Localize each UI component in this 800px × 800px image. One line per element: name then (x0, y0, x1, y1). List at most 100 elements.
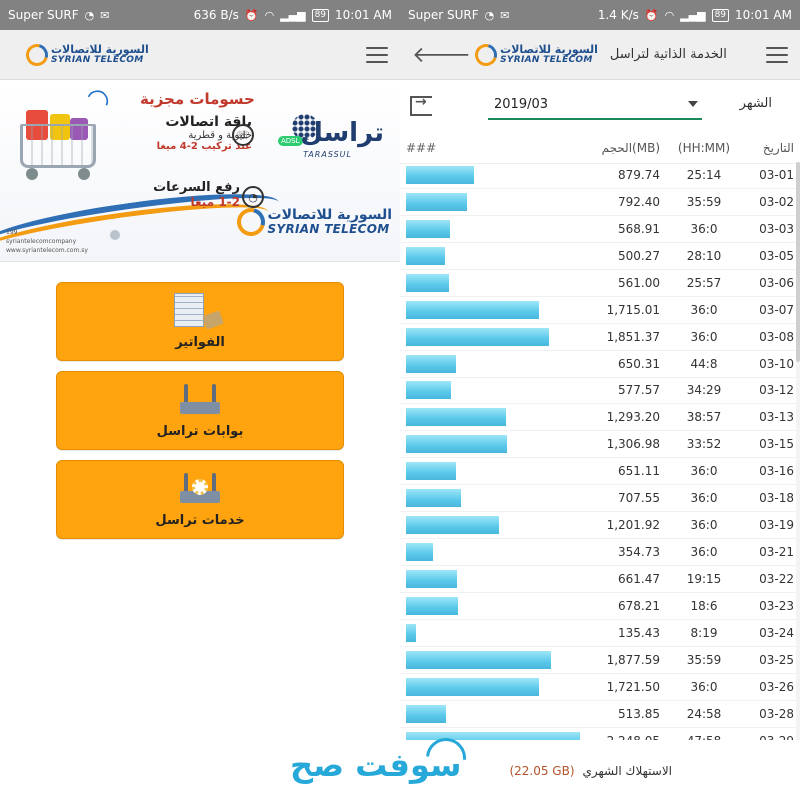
usage-time: 19:15 (686, 572, 722, 587)
usage-bar-cell (406, 192, 582, 211)
usage-size: 1,293.20 (606, 410, 660, 425)
usage-size: 561.00 (618, 275, 660, 290)
usage-size: 1,721.50 (606, 679, 660, 694)
usage-bar (406, 489, 461, 508)
table-row: 2,248.0547:5803-29 (400, 728, 800, 740)
usage-date: 03-25 (759, 652, 794, 667)
usage-bar (406, 192, 468, 211)
call-icon: ☏ (232, 124, 254, 146)
usage-date: 03-15 (759, 437, 794, 452)
alarm-icon: ⏰ (244, 8, 259, 22)
usage-time: 36:0 (690, 302, 718, 317)
promo-banner[interactable]: ◠ حسومات مجزية باقة اتصالات خليوية و قطر… (0, 80, 400, 262)
usage-time: 28:10 (686, 248, 722, 263)
usage-time: 25:57 (686, 275, 722, 290)
table-row: 561.00 25:57 03-06 (400, 270, 800, 297)
table-row: 1,293.20 38:57 03-13 (400, 404, 800, 432)
usage-time: 8:19 (690, 625, 718, 640)
banner-dot-icon (110, 230, 120, 240)
usage-bar (406, 246, 445, 265)
usage-bar (406, 381, 451, 400)
right-screen: Super SURF ◔ ✉ 1.4 K/s ⏰ ◠ ▂▄▆ 89 10:01 … (400, 0, 800, 800)
usage-date: 03-18 (759, 491, 794, 506)
usage-date: 03-22 (759, 572, 794, 587)
usage-date: 03-02 (759, 194, 794, 209)
wifi-icon: ◠ (664, 8, 675, 22)
usage-date: 03-29 (748, 734, 794, 740)
banner-contacts: 199 syriantelecomcompany www.syriantelec… (6, 229, 88, 254)
table-row: 568.91 36:0 03-03 (400, 216, 800, 243)
table-scrollbar[interactable] (796, 162, 800, 740)
usage-date: 03-21 (759, 545, 794, 560)
usage-size: 879.74 (618, 167, 660, 182)
usage-size: 651.11 (618, 464, 660, 479)
usage-bar (406, 219, 451, 238)
usage-date: 03-08 (759, 329, 794, 344)
usage-bar (406, 462, 457, 481)
usage-bar (406, 650, 552, 669)
usage-bar-cell (406, 381, 582, 400)
menu-hamburger-icon[interactable] (765, 46, 788, 63)
usage-bar-cell (406, 677, 582, 696)
usage-time: 38:57 (686, 410, 722, 425)
carrier-name: Super SURF (408, 8, 479, 22)
signal-icon: ▂▄▆ (680, 8, 706, 22)
network-speed: 1.4 K/s (597, 8, 639, 22)
month-label: الشهر (739, 96, 772, 111)
usage-size: 135.43 (618, 625, 660, 640)
usage-date: 03-10 (759, 356, 794, 371)
logout-icon[interactable] (410, 94, 432, 116)
table-row: 1,201.92 36:0 03-19 (400, 512, 800, 540)
usage-bar (406, 327, 550, 346)
usage-bar-cell (406, 516, 582, 535)
app-header: 🡐 السورية للاتصالات SYRIAN TELECOM الخدم… (400, 30, 800, 80)
whatsapp-icon: ◔ (484, 8, 495, 22)
usage-bar-cell (406, 489, 582, 508)
usage-time: 36:0 (690, 679, 718, 694)
usage-size: 1,306.98 (606, 437, 660, 452)
tarassul-gateways-label: بوابات تراسل (156, 424, 244, 439)
tarassul-services-label: خدمات تراسل (155, 513, 245, 528)
usage-size: 577.57 (618, 383, 660, 398)
mail-icon: ✉ (100, 8, 110, 22)
col-bar-header: ### (406, 140, 437, 155)
tarassul-services-button[interactable]: خدمات تراسل (56, 460, 344, 539)
col-size-header: الحجم(MB) (601, 140, 660, 155)
screens: Super SURF ◔ ✉ 636 B/s ⏰ ◠ ▂▄▆ 89 10:01 … (0, 0, 800, 800)
usage-time: 34:29 (686, 383, 722, 398)
battery-icon: 89 (711, 8, 730, 22)
usage-bar-cell (406, 650, 582, 669)
col-date-header: التاريخ (762, 140, 794, 155)
usage-date: 03-19 (759, 518, 794, 533)
usage-bar-cell (406, 704, 582, 723)
usage-bar (406, 165, 475, 184)
scrollbar-thumb[interactable] (796, 162, 800, 362)
month-select[interactable]: 2019/03 (488, 90, 702, 120)
signal-icon: ▂▄▆ (280, 8, 306, 22)
usage-size: 2,248.05 (582, 734, 660, 740)
monthly-usage-value: (22.05 GB) (509, 764, 575, 778)
usage-bar-cell (406, 165, 582, 184)
table-row: 1,877.59 35:59 03-25 (400, 647, 800, 674)
usage-table[interactable]: 879.74 25:14 03-01 792.40 35:59 03-02 568.91 36… (400, 162, 800, 740)
usage-bar (406, 435, 508, 454)
table-row: 513.85 24:58 03-28 (400, 701, 800, 728)
left-screen: Super SURF ◔ ✉ 636 B/s ⏰ ◠ ▂▄▆ 89 10:01 … (0, 0, 400, 800)
table-row: 879.74 25:14 03-01 (400, 162, 800, 189)
usage-date: 03-06 (759, 275, 794, 290)
usage-bar (406, 731, 580, 740)
logo-mark-icon (231, 202, 270, 242)
bills-button[interactable]: الفواتير (56, 282, 344, 361)
usage-time: 36:0 (690, 329, 718, 344)
table-row: 1,715.01 36:0 03-07 (400, 297, 800, 324)
usage-size: 500.27 (618, 248, 660, 263)
usage-date: 03-16 (759, 464, 794, 479)
router-icon (178, 382, 222, 416)
usage-time: 44:8 (690, 356, 718, 371)
back-arrow-icon[interactable]: 🡐 (412, 42, 471, 68)
usage-time: 47:58 (660, 734, 748, 740)
usage-bar-cell (406, 408, 582, 427)
clock: 10:01 AM (735, 8, 792, 22)
tarassul-gateways-button[interactable]: بوابات تراسل (56, 371, 344, 450)
menu-hamburger-icon[interactable] (366, 46, 388, 63)
